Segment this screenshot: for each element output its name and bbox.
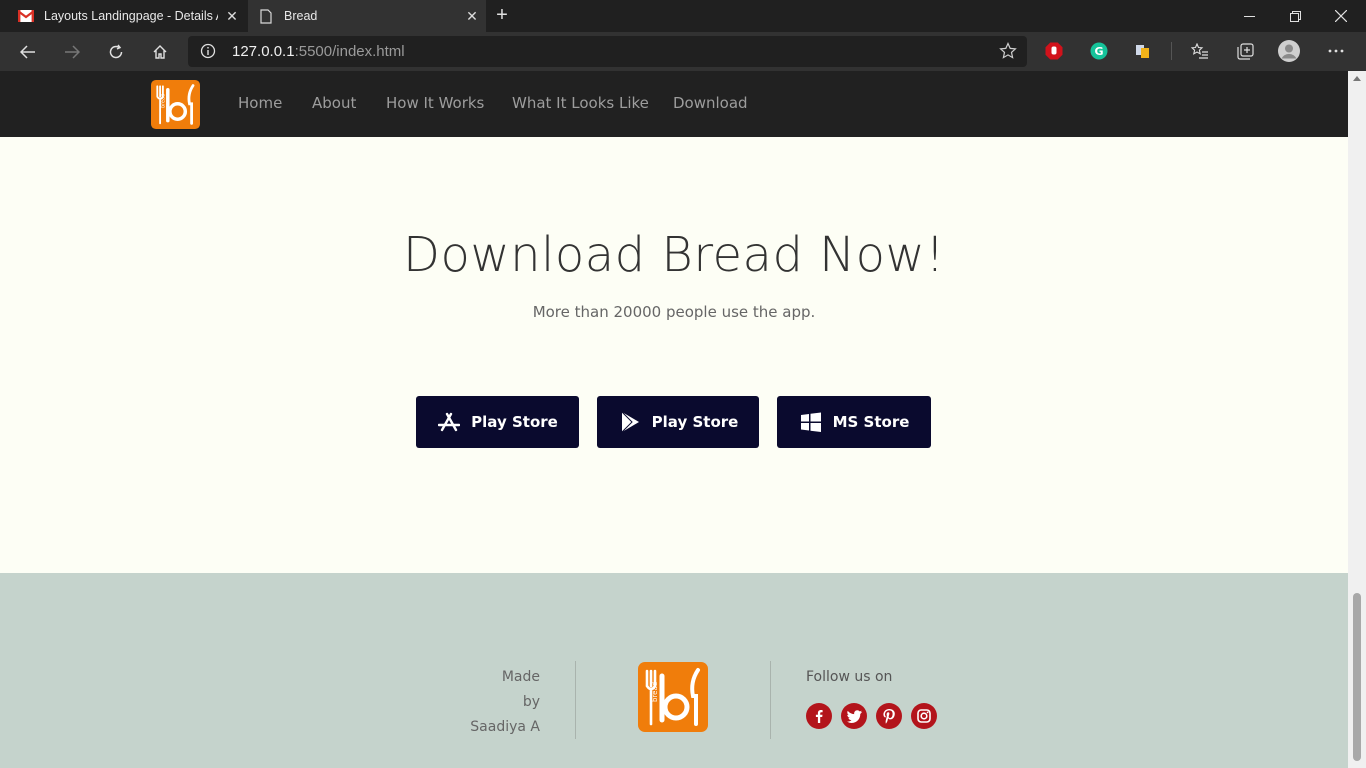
page-viewport: bread Home About How It Works What It Lo… [0, 71, 1366, 768]
favorite-star-icon[interactable] [999, 42, 1017, 65]
back-icon[interactable] [12, 36, 44, 68]
grammarly-icon[interactable]: G [1088, 40, 1110, 62]
nav-link-home[interactable]: Home [238, 94, 282, 112]
play-store-icon [618, 410, 642, 434]
translate-extension-icon[interactable] [1132, 40, 1154, 62]
windows-icon [799, 410, 823, 434]
collections-icon[interactable] [1234, 40, 1256, 62]
adblock-icon[interactable] [1043, 40, 1065, 62]
ms-store-button[interactable]: MS Store [777, 396, 931, 448]
page-scrollbar[interactable] [1348, 71, 1366, 768]
landing-page: bread Home About How It Works What It Lo… [0, 71, 1348, 768]
info-icon[interactable] [200, 43, 216, 64]
follow-us-label: Follow us on [806, 669, 893, 685]
app-store-icon [437, 410, 461, 434]
forward-icon[interactable] [56, 36, 88, 68]
site-navbar: bread Home About How It Works What It Lo… [0, 71, 1348, 137]
close-tab-icon[interactable]: ✕ [458, 8, 486, 25]
svg-text:G: G [1094, 45, 1103, 58]
home-icon[interactable] [144, 36, 176, 68]
close-window-button[interactable] [1318, 0, 1364, 32]
download-title: Download Bread Now! [403, 227, 945, 283]
new-tab-button[interactable]: + [492, 4, 512, 28]
play-store-label: Play Store [651, 413, 739, 431]
app-store-label: Play Store [471, 413, 558, 431]
gmail-icon [18, 8, 34, 24]
footer-divider [770, 661, 771, 739]
tab-title: Bread [284, 9, 318, 23]
site-footer: Made by Saadiya A bread Follow us on [0, 573, 1348, 768]
nav-link-how-it-works[interactable]: How It Works [386, 94, 484, 112]
download-section: Download Bread Now! More than 20000 peop… [0, 137, 1348, 573]
tab-title: Layouts Landingpage - Details A [44, 9, 218, 23]
logo-text: bread [160, 94, 166, 108]
scrollbar-thumb[interactable] [1353, 593, 1361, 761]
page-icon [258, 8, 274, 24]
nav-link-what-it-looks-like[interactable]: What It Looks Like [512, 94, 649, 112]
footer-divider [575, 661, 576, 739]
close-tab-icon[interactable]: ✕ [218, 8, 246, 25]
bread-logo[interactable]: bread [151, 80, 200, 129]
minimize-button[interactable] [1226, 0, 1272, 32]
app-store-button[interactable]: Play Store [416, 396, 579, 448]
scroll-up-arrow-icon[interactable] [1353, 76, 1361, 81]
refresh-icon[interactable] [100, 36, 132, 68]
instagram-icon[interactable] [911, 703, 937, 729]
logo-text: bread [651, 682, 659, 702]
favorites-icon[interactable] [1189, 40, 1211, 62]
play-store-button[interactable]: Play Store [597, 396, 759, 448]
browser-toolbar: 127.0.0.1:5500/index.html G [0, 32, 1366, 71]
restore-button[interactable] [1272, 0, 1318, 32]
download-subtitle: More than 20000 people use the app. [532, 303, 816, 321]
ms-store-label: MS Store [832, 413, 910, 431]
address-bar[interactable]: 127.0.0.1:5500/index.html [188, 36, 1027, 67]
toolbar-divider [1171, 42, 1172, 60]
pinterest-icon[interactable] [876, 703, 902, 729]
url-text[interactable]: 127.0.0.1:5500/index.html [232, 43, 405, 60]
nav-link-about[interactable]: About [312, 94, 356, 112]
facebook-icon[interactable] [806, 703, 832, 729]
twitter-icon[interactable] [841, 703, 867, 729]
more-menu-icon[interactable] [1325, 40, 1347, 62]
nav-link-download[interactable]: Download [673, 94, 748, 112]
browser-tab-bar: Layouts Landingpage - Details A ✕ Bread … [0, 0, 1366, 32]
footer-bread-logo: bread [638, 662, 708, 732]
made-by-text: Made by Saadiya A [470, 669, 540, 735]
profile-avatar-icon[interactable] [1278, 40, 1300, 62]
tab-bread[interactable]: Bread ✕ [248, 0, 486, 32]
tab-gmail[interactable]: Layouts Landingpage - Details A ✕ [8, 0, 246, 32]
